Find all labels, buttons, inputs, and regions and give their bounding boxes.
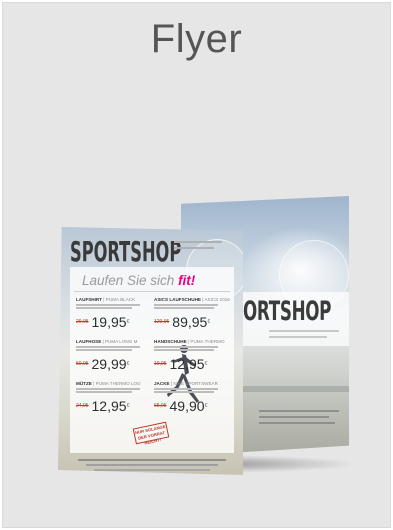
- offer-item: HANDSCHUHE | PUMA THERMO 19,95 12,95€: [154, 339, 230, 373]
- product-card: Flyer PORTSHOP SPORTSHOP Laufen Sie sich…: [2, 2, 391, 528]
- footer-text-line: [86, 464, 218, 466]
- text-line: [76, 346, 140, 348]
- price: 12,95: [91, 397, 127, 414]
- offer-item: LAUFSHIRT | PUMA BLACK 29,95 19,95€: [76, 297, 152, 331]
- text-line: [76, 391, 132, 393]
- item-name: HANDSCHUHE: [154, 339, 187, 344]
- text-line: [154, 391, 214, 393]
- footer-text-line: [94, 469, 210, 471]
- divider: [74, 291, 230, 292]
- footer-text-line: [78, 459, 226, 461]
- item-detail: | PUMA THERMO: [186, 339, 225, 344]
- footer-text-line: [259, 422, 335, 424]
- flyer-headline: Laufen Sie sich fit!: [82, 273, 195, 288]
- text-line: [76, 304, 140, 306]
- text-line: [76, 349, 132, 351]
- text-line: [154, 304, 218, 306]
- old-price: 19,95: [154, 360, 167, 367]
- offer-item: ASICS LAUFSCHUHE | ASICS 2016 129,95 89,9…: [154, 297, 230, 331]
- item-name: LAUFSHIRT: [76, 297, 103, 302]
- headline-highlight: fit!: [178, 273, 196, 288]
- currency: €: [204, 360, 208, 367]
- item-name: JACKE: [154, 381, 170, 386]
- price: 49,90: [169, 397, 205, 414]
- price: 12,95: [169, 355, 205, 372]
- front-brand-text: SPORTSHOP: [70, 235, 182, 268]
- text-line: [154, 349, 214, 351]
- text-line: [154, 346, 218, 348]
- price: 19,95: [91, 313, 127, 330]
- old-price: 65,95: [154, 402, 167, 409]
- item-name: ASICS LAUFSCHUHE: [154, 297, 201, 302]
- price-row: 59,95 29,99€: [76, 355, 152, 373]
- item-name: MÜTZE: [76, 381, 92, 386]
- tagline-line: [174, 241, 222, 243]
- old-price: 59,95: [76, 360, 89, 367]
- text-line: [154, 388, 218, 390]
- price-row: 24,95 12,95€: [76, 397, 152, 415]
- text-line: [76, 307, 132, 309]
- currency: €: [204, 402, 208, 409]
- currency: €: [207, 318, 211, 325]
- item-detail: | PUMA THERMO LOG: [91, 381, 141, 386]
- currency: €: [126, 360, 130, 367]
- currency: €: [126, 402, 130, 409]
- offer-item: LAUFHOSE | PUMA LONG M 59,95 29,99€: [76, 339, 152, 373]
- footer-text-line: [259, 416, 329, 418]
- item-detail: | PUMA BLACK: [102, 297, 136, 302]
- item-detail: | NIKE SPORTSWEAR: [169, 381, 218, 386]
- currency: €: [126, 318, 130, 325]
- price: 89,95: [172, 313, 208, 330]
- old-price: 24,95: [76, 402, 89, 409]
- footer-text-line: [259, 410, 339, 412]
- product-title: Flyer: [150, 17, 243, 61]
- headline-text: Laufen Sie sich: [82, 273, 179, 288]
- item-detail: | PUMA LONG M: [101, 339, 138, 344]
- tagline-line: [269, 336, 327, 338]
- offer-item: JACKE | NIKE SPORTSWEAR 65,95 49,90€: [154, 381, 230, 415]
- text-line: [154, 307, 214, 309]
- price-row: 29,95 19,95€: [76, 313, 152, 331]
- text-line: [76, 388, 140, 390]
- price: 29,99: [91, 355, 127, 372]
- item-detail: | ASICS 2016: [200, 297, 230, 302]
- price-row: 129,95 89,95€: [154, 313, 230, 331]
- price-row: 65,95 49,90€: [154, 397, 230, 415]
- back-brand-text: PORTSHOP: [231, 296, 332, 327]
- item-name: LAUFHOSE: [76, 339, 102, 344]
- old-price: 129,95: [154, 318, 170, 325]
- tagline-line: [269, 330, 339, 332]
- old-price: 29,95: [76, 318, 89, 325]
- flyer-front-page: SPORTSHOP Laufen Sie sich fit! LAUFSHIRT…: [58, 227, 243, 475]
- offer-item: MÜTZE | PUMA THERMO LOG 24,95 12,95€: [76, 381, 152, 415]
- price-row: 19,95 12,95€: [154, 355, 230, 373]
- tagline-line: [174, 247, 214, 249]
